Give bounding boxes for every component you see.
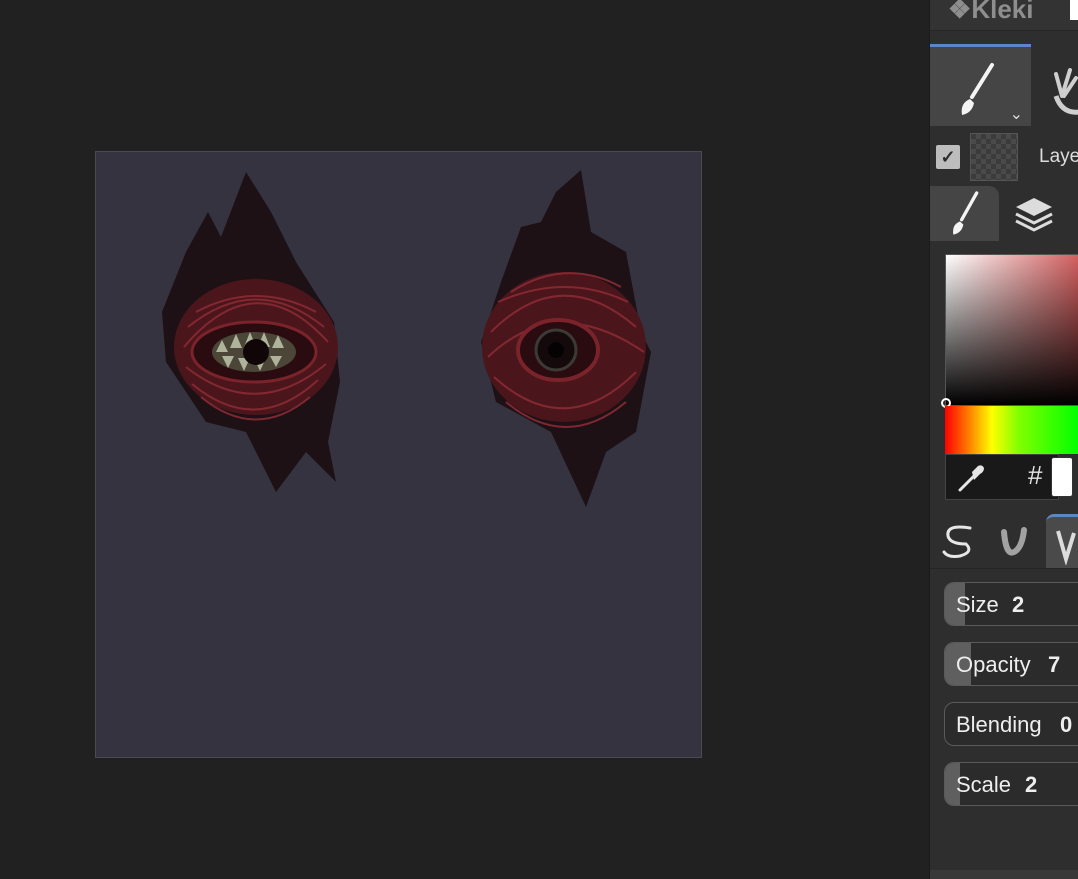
opacity-slider[interactable]: Opacity 7 <box>944 642 1078 686</box>
left-eye-drawing <box>162 172 340 492</box>
brush-icon <box>961 63 994 115</box>
size-slider-label: Size <box>956 592 999 617</box>
app-logo[interactable]: ❖Kleki <box>948 0 1033 25</box>
right-panel: ❖Kleki ⌄ ✓ Laye # Size 2 Opacity 7 Blend… <box>929 0 1078 879</box>
blending-slider-label: Blending <box>956 712 1042 737</box>
color-picker: # <box>941 254 1078 500</box>
saturation-value-area[interactable] <box>941 254 1078 408</box>
panel-tabs <box>930 186 1078 241</box>
scale-slider[interactable]: Scale 2 <box>944 762 1078 806</box>
size-slider[interactable]: Size 2 <box>944 582 1078 626</box>
chevron-down-icon[interactable]: ⌄ <box>1010 104 1023 124</box>
current-color-swatch[interactable] <box>1051 457 1073 497</box>
checkbox-checked-icon[interactable]: ✓ <box>936 145 960 169</box>
brush-icon <box>953 191 979 235</box>
pen-brush-icon <box>942 525 972 558</box>
scale-slider-value: 2 <box>1025 772 1038 797</box>
tool-toolbar: ⌄ <box>930 44 1078 126</box>
layers-icon <box>1015 198 1053 232</box>
drawing-canvas[interactable] <box>95 151 702 758</box>
opacity-slider-value: 7 <box>1048 652 1061 677</box>
layer-name: Laye <box>1039 146 1078 167</box>
hand-icon <box>1053 68 1078 115</box>
eyedropper-icon[interactable] <box>952 460 988 496</box>
hand-tool-button[interactable] <box>1034 44 1078 126</box>
color-picker-footer: # <box>945 454 1059 500</box>
tab-brush[interactable] <box>930 186 999 241</box>
sketchy-brush-icon <box>1056 530 1076 565</box>
logo-bar: ❖Kleki <box>930 0 1078 31</box>
sketchy-brush-tab[interactable] <box>1046 514 1078 568</box>
panel-bottom-bar <box>930 870 1078 879</box>
blending-slider[interactable]: Blending 0 <box>944 702 1078 746</box>
opacity-slider-label: Opacity <box>956 652 1031 677</box>
size-slider-value: 2 <box>1012 592 1025 617</box>
hex-input-toggle[interactable]: # <box>1028 460 1042 491</box>
brush-tool-button[interactable]: ⌄ <box>930 44 1031 126</box>
blending-slider-value: 0 <box>1060 712 1073 737</box>
blend-brush-tab[interactable] <box>994 514 1034 568</box>
canvas-artwork <box>162 170 651 507</box>
layer-row[interactable]: ✓ Laye <box>930 132 1078 182</box>
pen-brush-tab[interactable] <box>938 514 978 568</box>
brush-type-tabs <box>930 514 1078 569</box>
layer-thumbnail <box>970 133 1018 181</box>
scale-slider-label: Scale <box>956 772 1012 797</box>
new-image-icon[interactable] <box>1070 0 1078 20</box>
hue-slider[interactable] <box>945 406 1078 454</box>
right-eye-drawing <box>481 170 651 507</box>
kleki-logo-icon: ❖ <box>948 0 972 24</box>
tab-layers[interactable] <box>1002 186 1062 241</box>
blend-brush-icon <box>1001 527 1027 556</box>
